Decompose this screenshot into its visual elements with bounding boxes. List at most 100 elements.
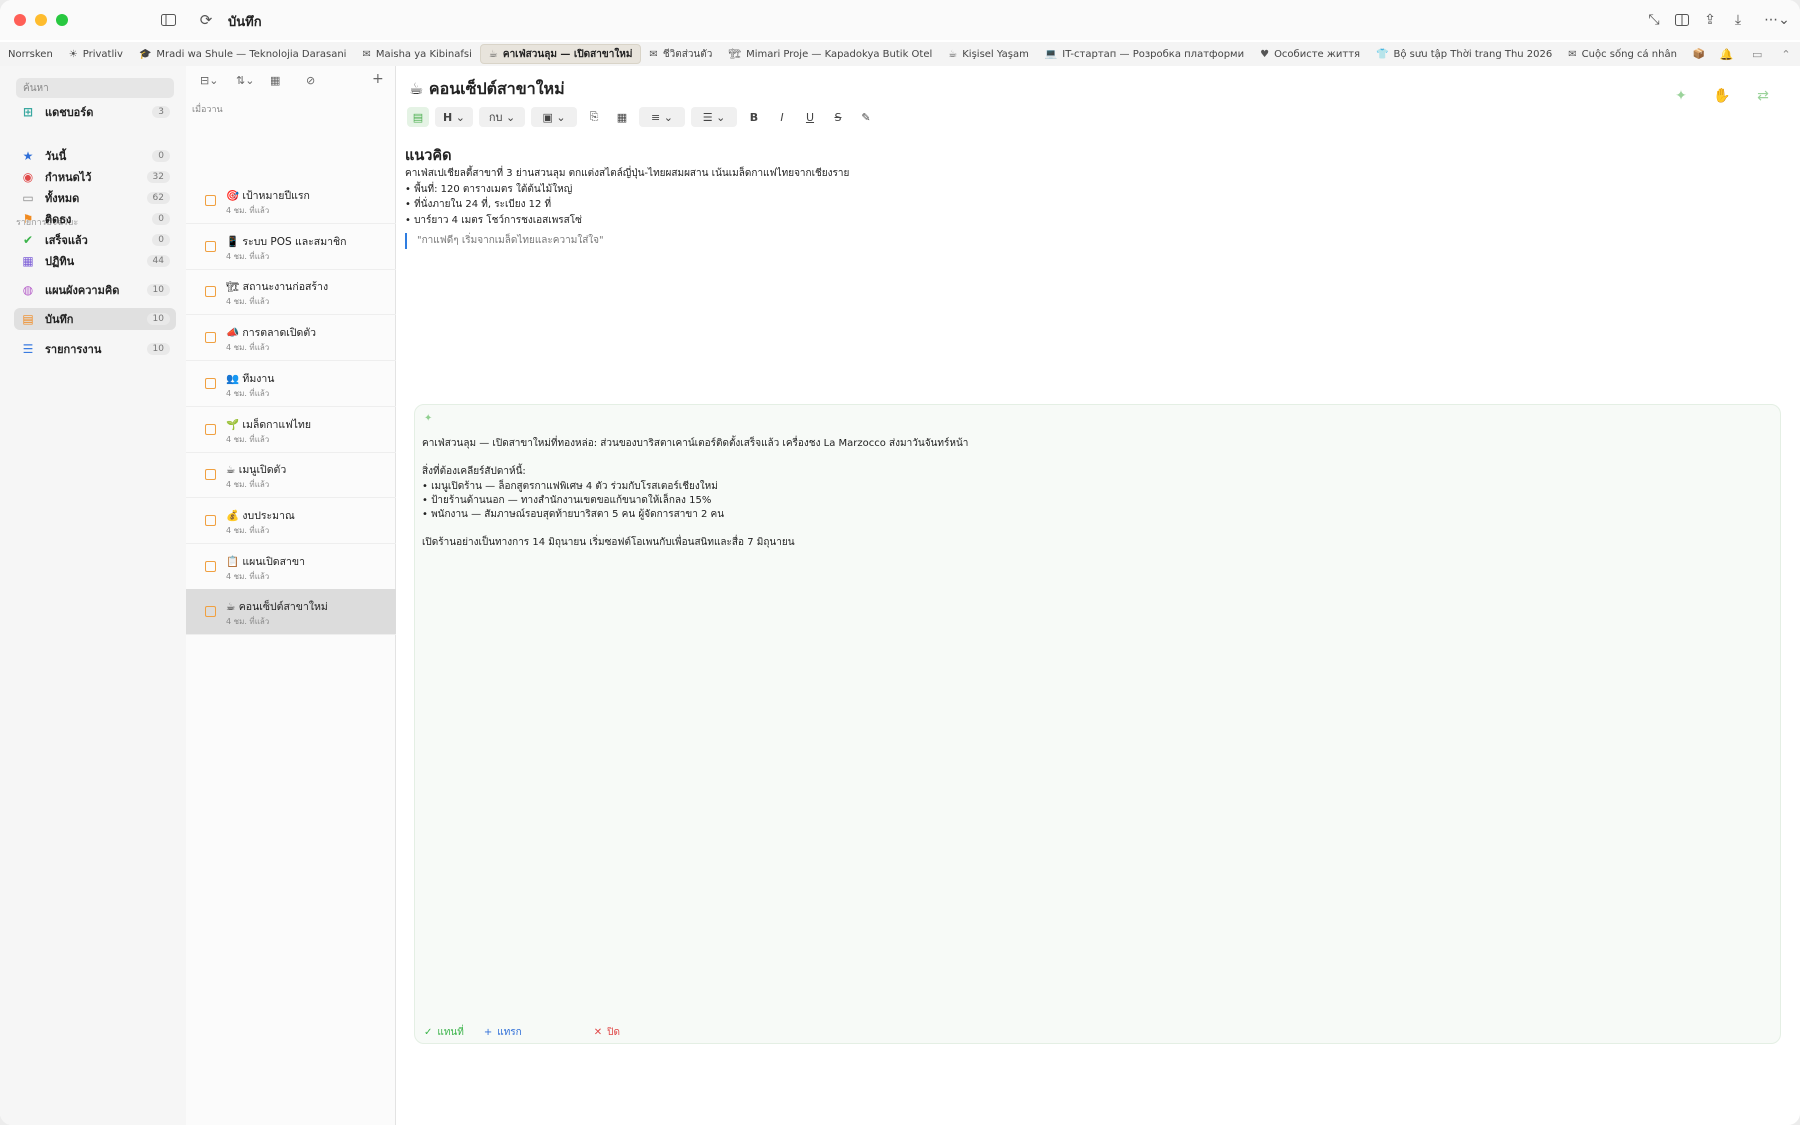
tab-6[interactable]: 🏗 Mimari Proje — Kapadokya Butik Otel <box>720 44 940 64</box>
underline-icon[interactable]: U <box>799 107 821 127</box>
insert-button[interactable]: + แทรก <box>484 1025 522 1040</box>
bold-icon[interactable]: B <box>743 107 765 127</box>
sidebar-item-label: ติดธง <box>45 213 72 226</box>
dashboard-icon: ⊞ <box>22 105 34 119</box>
font-size-dropdown[interactable]: กบ ⌄ <box>479 107 525 127</box>
note-timestamp: 4 ชม. ที่แล้ว <box>226 434 270 444</box>
list-item[interactable]: 🏗 สถานะงานก่อสร้าง 4 ชม. ที่แล้ว <box>186 269 396 316</box>
fullscreen-icon[interactable]: ⤡ <box>1644 10 1664 30</box>
tab-icon: ☀ <box>68 48 78 60</box>
close-icon: ✕ <box>593 1027 603 1038</box>
sidebar-item-note[interactable]: ▤ บันทึก 10 <box>14 308 176 330</box>
plus-icon: + <box>483 1027 493 1038</box>
list-item[interactable]: 📱 ระบบ POS และสมาชิก 4 ชม. ที่แล้ว <box>186 224 396 270</box>
document-title[interactable]: ☕ คอนเซ็ปต์สาขาใหม่ <box>409 77 565 102</box>
sidebar-item-list[interactable]: ☰ รายการงาน 10 <box>14 338 176 360</box>
tab-icon: ✉ <box>1568 48 1577 60</box>
note-icon <box>205 469 216 481</box>
list-item[interactable]: 🎯 เป้าหมายปีแรก 4 ชม. ที่แล้ว <box>186 178 396 224</box>
sidebar-item-label: ทั้งหมด <box>45 192 80 205</box>
blockquote: "กาแฟดีๆ เริ่มจากเมล็ดไทยและความใส่ใจ" <box>405 233 849 249</box>
tab-label: Bộ sưu tập Thời trang Thu 2026 <box>1393 48 1553 60</box>
replace-button[interactable]: ✓ แทนที่ <box>424 1025 464 1040</box>
hand-icon[interactable]: ✋ <box>1713 88 1730 104</box>
translate-icon[interactable]: ⇄ <box>1757 88 1769 104</box>
tab-2[interactable]: 🎓 Mradi wa Shule — Teknolojia Darasani <box>131 44 355 64</box>
sidebar-item-count: 10 <box>146 313 170 325</box>
page-icon[interactable]: ▤ <box>407 107 429 127</box>
app-window: ⟳ บันทึก ⤡ ⇪ ⤓ ⋯⌄ Norrsken ☀ Privatliv 🎓 Mra… <box>0 0 1800 1125</box>
editor: ☕ คอนเซ็ปต์สาขาใหม่ ✦ ✋ ⇄ ▤ H ⌄ กบ ⌄ ▣ ⌄… <box>397 66 1800 1125</box>
list-item[interactable]: 🌱 เมล็ดกาแฟไทย 4 ชม. ที่แล้ว <box>186 407 396 453</box>
note-title: 📱 ระบบ POS และสมาชิก <box>226 235 347 248</box>
more-options-icon[interactable]: ⋯⌄ <box>1764 10 1790 30</box>
add-note-icon[interactable]: + <box>372 71 384 87</box>
bell-icon[interactable]: 🔔 <box>1719 48 1733 61</box>
list-item[interactable]: 👥 ทีมงาน 4 ชม. ที่แล้ว <box>186 361 396 407</box>
tab-label: Mimari Proje — Kapadokya Butik Otel <box>746 48 933 60</box>
tab-10[interactable]: 👕 Bộ sưu tập Thời trang Thu 2026 <box>1368 44 1560 64</box>
sparkle-icon[interactable]: ✦ <box>1675 88 1687 104</box>
image-dropdown[interactable]: ▣ ⌄ <box>531 107 577 127</box>
title-bar: ⟳ บันทึก ⤡ ⇪ ⤓ ⋯⌄ <box>0 0 1800 40</box>
tab-0[interactable]: Norrsken <box>0 44 61 64</box>
split-view-icon[interactable] <box>1672 10 1692 30</box>
list-item[interactable]: 📋 แผนเปิดสาขา 4 ชม. ที่แล้ว <box>186 544 396 590</box>
sort-icon[interactable]: ⇅⌄ <box>236 74 254 87</box>
tab-label: IT-стартап — Розробка платформи <box>1062 48 1245 60</box>
sidebar-item-check-circle[interactable]: ✔ เสร็จแล้ว 0 <box>14 229 176 251</box>
note-content[interactable]: แนวคิด คาเฟ่สเปเชียลตี้สาขาที่ 3 ย่านสวน… <box>405 146 849 249</box>
zoom-window-button[interactable] <box>56 14 68 26</box>
tab-7[interactable]: ☕ Kişisel Yaşam <box>940 44 1037 64</box>
list-dropdown[interactable]: ☰ ⌄ <box>691 107 737 127</box>
sync-icon[interactable]: ⟳ <box>196 10 216 30</box>
table-icon[interactable]: ▦ <box>611 107 633 127</box>
date-header: เมื่อวาน <box>192 105 223 115</box>
italic-icon[interactable]: I <box>771 107 793 127</box>
sidebar-item-brain[interactable]: ◍ แผนผังความคิด 10 <box>14 279 176 301</box>
align-dropdown[interactable]: ≡ ⌄ <box>639 107 685 127</box>
tab-label: Mradi wa Shule — Teknolojia Darasani <box>156 48 347 60</box>
attachment-icon[interactable]: ⎘ <box>583 107 605 127</box>
minimize-window-button[interactable] <box>35 14 47 26</box>
sidebar-item-flag[interactable]: ⚑ ติดธง 0 <box>14 208 176 230</box>
sidebar-item-dashboard[interactable]: ⊞ แดชบอร์ด 3 <box>14 101 176 123</box>
list-item[interactable]: 💰 งบประมาณ 4 ชม. ที่แล้ว <box>186 498 396 544</box>
tab-1[interactable]: ☀ Privatliv <box>61 44 131 64</box>
share-icon[interactable]: ⇪ <box>1700 10 1720 30</box>
tab-11[interactable]: ✉ Cuộc sống cá nhân <box>1560 44 1685 64</box>
download-icon[interactable]: ⤓ <box>1728 10 1748 30</box>
layout-icon[interactable]: ▭ <box>1752 48 1762 61</box>
brain-icon: ◍ <box>22 283 34 297</box>
sidebar-item-calendar[interactable]: ◉ กำหนดไว้ 32 <box>14 166 176 188</box>
sidebar-item-inbox[interactable]: ▭ ทั้งหมด 62 <box>14 187 176 209</box>
sidebar-toggle-icon[interactable] <box>158 10 178 30</box>
check-filter-icon[interactable]: ⊘ <box>306 74 315 87</box>
note-icon <box>205 514 216 526</box>
sidebar-item-count: 32 <box>146 171 170 183</box>
collapse-icon[interactable]: ⌃ <box>1781 48 1790 61</box>
search-input[interactable]: ค้นหา <box>16 78 174 98</box>
tab-4[interactable]: ☕ คาเฟ่สวนลุม — เปิดสาขาใหม่ <box>479 44 642 64</box>
strikethrough-icon[interactable]: S <box>827 107 849 127</box>
tab-5[interactable]: ✉ ชีวิตส่วนตัว <box>641 44 720 64</box>
note-timestamp: 4 ชม. ที่แล้ว <box>226 297 270 307</box>
inbox-filter-icon[interactable]: ⊟⌄ <box>200 74 218 87</box>
tab-8[interactable]: 💻 IT-стартап — Розробка платформи <box>1037 44 1252 64</box>
close-window-button[interactable] <box>14 14 26 26</box>
inbox-icon: ▭ <box>22 191 34 205</box>
list-item[interactable]: 📣 การตลาดเปิดตัว 4 ชม. ที่แล้ว <box>186 315 396 362</box>
list-item[interactable]: ☕ คอนเซ็ปต์สาขาใหม่ 4 ชม. ที่แล้ว <box>186 589 396 636</box>
tab-label: Privatliv <box>82 48 123 60</box>
note-timestamp: 4 ชม. ที่แล้ว <box>226 206 270 215</box>
tab-3[interactable]: ✉ Maisha ya Kibinafsi <box>354 44 479 64</box>
list-item[interactable]: ☕ เมนูเปิดตัว 4 ชม. ที่แล้ว <box>186 452 396 499</box>
close-button[interactable]: ✕ ปิด <box>594 1025 620 1040</box>
sidebar-item-calendar-grid[interactable]: ▦ ปฏิทิน 44 <box>14 250 176 272</box>
note-icon <box>205 606 216 618</box>
heading-dropdown[interactable]: H ⌄ <box>435 107 473 127</box>
highlight-icon[interactable]: ✎ <box>855 107 877 127</box>
tab-9[interactable]: ♥ Особисте життя <box>1252 44 1368 64</box>
sidebar-item-star[interactable]: ★ วันนี้ 0 <box>14 145 176 167</box>
view-mode-icon[interactable]: ▦ <box>270 74 280 87</box>
